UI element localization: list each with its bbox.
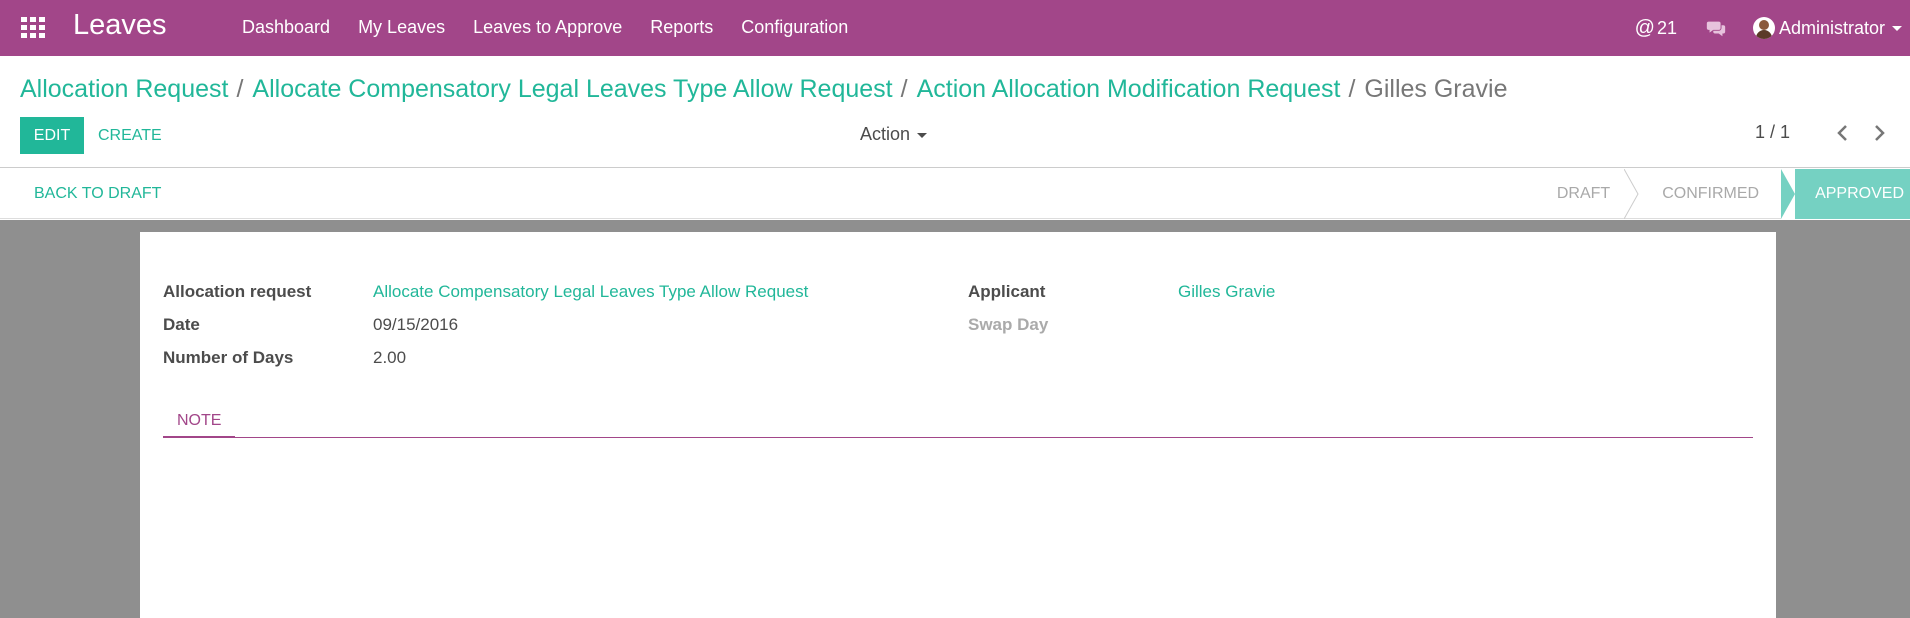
stage-pipeline: DRAFT CONFIRMED APPROVED bbox=[1527, 169, 1910, 219]
app-title: Leaves bbox=[73, 9, 167, 41]
main-menu: Dashboard My Leaves Leaves to Approve Re… bbox=[228, 0, 862, 56]
breadcrumb-separator: / bbox=[1348, 75, 1356, 103]
action-label: Action bbox=[860, 124, 911, 144]
chat-icon[interactable] bbox=[1705, 17, 1727, 39]
mentions-count: 21 bbox=[1656, 17, 1677, 38]
allocation-request-label: Allocation request bbox=[163, 282, 312, 301]
breadcrumb-allocation-request[interactable]: Allocation Request bbox=[20, 75, 228, 103]
user-name: Administrator bbox=[1778, 17, 1885, 38]
caret-down-icon bbox=[1892, 25, 1902, 31]
user-menu[interactable]: Administrator bbox=[1752, 17, 1902, 39]
menu-leaves-to-approve[interactable]: Leaves to Approve bbox=[459, 0, 636, 56]
breadcrumb-allocate-compensatory[interactable]: Allocate Compensatory Legal Leaves Type … bbox=[252, 75, 892, 103]
caret-down-icon bbox=[917, 132, 928, 138]
breadcrumb-current: Gilles Gravie bbox=[1364, 75, 1508, 103]
status-bar: BACK TO DRAFT DRAFT CONFIRMED APPROVED bbox=[0, 169, 1910, 219]
swap-day-label: Swap Day bbox=[968, 315, 1049, 334]
breadcrumb-action-allocation[interactable]: Action Allocation Modification Request bbox=[917, 75, 1341, 103]
applicant-label: Applicant bbox=[968, 282, 1046, 301]
form-background: Allocation request Allocate Compensatory… bbox=[0, 220, 1910, 618]
mentions-button[interactable]: @ 21 bbox=[1635, 17, 1677, 40]
back-to-draft-button[interactable]: BACK TO DRAFT bbox=[24, 169, 171, 219]
stage-draft-label: DRAFT bbox=[1556, 185, 1611, 202]
notebook-tabs: NOTE bbox=[163, 406, 1753, 438]
allocation-request-value[interactable]: Allocate Compensatory Legal Leaves Type … bbox=[373, 282, 808, 302]
chevron-left-icon[interactable] bbox=[1836, 123, 1850, 143]
edit-button[interactable]: EDIT bbox=[20, 117, 84, 154]
at-icon: @ bbox=[1634, 16, 1655, 39]
stage-approved: APPROVED bbox=[1781, 169, 1910, 219]
stage-confirmed-label: CONFIRMED bbox=[1662, 185, 1760, 202]
create-button[interactable]: CREATE bbox=[88, 117, 172, 154]
action-dropdown[interactable]: Action bbox=[860, 124, 928, 145]
menu-my-leaves[interactable]: My Leaves bbox=[344, 0, 459, 56]
days-value: 2.00 bbox=[373, 348, 407, 367]
navbar-systray: @ 21 Administrator bbox=[1635, 0, 1902, 56]
days-label: Number of Days bbox=[163, 348, 294, 367]
menu-dashboard[interactable]: Dashboard bbox=[228, 0, 344, 56]
stage-draft[interactable]: DRAFT bbox=[1527, 169, 1639, 219]
applicant-value[interactable]: Gilles Gravie bbox=[1178, 282, 1275, 302]
menu-reports[interactable]: Reports bbox=[636, 0, 727, 56]
stage-confirmed[interactable]: CONFIRMED bbox=[1632, 169, 1781, 219]
tab-note[interactable]: NOTE bbox=[163, 406, 236, 438]
breadcrumb-separator: / bbox=[900, 75, 908, 103]
pager-value[interactable]: 1 / 1 bbox=[1755, 122, 1790, 143]
chevron-right-icon[interactable] bbox=[1872, 123, 1886, 143]
date-value: 09/15/2016 bbox=[373, 315, 459, 334]
breadcrumb: Allocation Request / Allocate Compensatory… bbox=[20, 75, 1507, 104]
breadcrumb-separator: / bbox=[236, 75, 244, 103]
menu-configuration[interactable]: Configuration bbox=[727, 0, 862, 56]
date-label: Date bbox=[163, 315, 200, 334]
pager: 1 / 1 bbox=[1755, 122, 1886, 143]
control-panel: Allocation Request / Allocate Compensatory… bbox=[0, 56, 1910, 168]
user-avatar bbox=[1752, 17, 1775, 39]
form-sheet: Allocation request Allocate Compensatory… bbox=[140, 232, 1776, 618]
apps-grid-icon[interactable] bbox=[21, 17, 45, 38]
stage-approved-label: APPROVED bbox=[1815, 185, 1904, 202]
top-navbar: Leaves Dashboard My Leaves Leaves to App… bbox=[0, 0, 1910, 56]
